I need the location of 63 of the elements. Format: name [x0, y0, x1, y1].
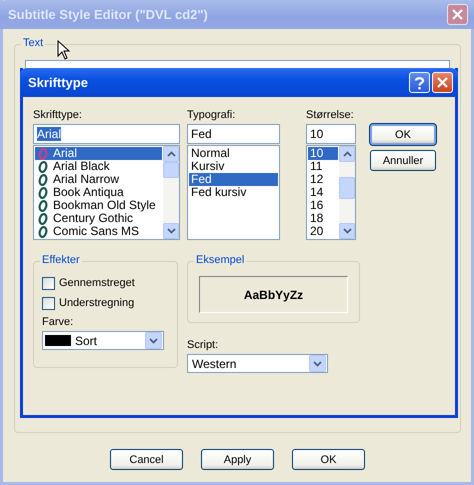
font-list-item[interactable]: Arial Narrow	[35, 173, 162, 186]
checkbox[interactable]	[42, 276, 55, 290]
dialog-button[interactable]: Apply	[201, 449, 274, 470]
style-list-item[interactable]: Kursiv	[189, 160, 278, 173]
group-label: Text	[21, 37, 46, 49]
style-list-item[interactable]: Fed kursiv	[189, 186, 278, 199]
scroll-down-icon	[166, 228, 176, 234]
field-label: Script:	[187, 338, 220, 352]
close-icon	[451, 8, 464, 21]
dialog-title: Skrifttype	[28, 75, 88, 90]
font-list-item[interactable]: Arial Black	[35, 160, 162, 173]
help-icon	[414, 76, 425, 90]
sample-preview: AaBbYyZz	[199, 276, 348, 313]
dialog-button[interactable]: Cancel	[110, 449, 183, 470]
scroll-up-icon	[342, 151, 352, 157]
group-label: Effekter	[40, 254, 82, 266]
font-list-item[interactable]: Bookman Old Style	[35, 199, 162, 212]
script-dropdown[interactable]: Western	[187, 354, 328, 373]
size-list-item[interactable]: 12	[308, 173, 338, 186]
size-list-item[interactable]: 16	[308, 199, 338, 212]
size-list-item[interactable]: 10	[308, 147, 338, 160]
font-type-icon	[37, 148, 49, 160]
checkbox-label: Gennemstreget	[59, 277, 135, 289]
font-type-icon	[37, 186, 49, 198]
font-list-item[interactable]: Arial	[35, 147, 162, 160]
size-list-item[interactable]: 11	[308, 160, 338, 173]
color-dropdown[interactable]: Sort	[42, 331, 164, 350]
size-list-item[interactable]: 20	[308, 225, 338, 238]
size-list-item[interactable]: 18	[308, 212, 338, 225]
field-label: Farve:	[42, 315, 74, 329]
checkbox-label: Understregning	[59, 297, 134, 309]
size-field[interactable]: 10	[306, 124, 356, 144]
scrollbar[interactable]	[163, 146, 179, 239]
font-list-item[interactable]: Comic Sans MS	[35, 225, 162, 238]
dialog-button[interactable]: OK	[292, 449, 365, 470]
scroll-thumb[interactable]	[163, 162, 179, 178]
scroll-down-icon	[342, 228, 352, 234]
dialog-button[interactable]: OK	[370, 124, 436, 145]
style-list-item[interactable]: Fed	[189, 173, 278, 186]
font-list-item[interactable]: Century Gothic	[35, 212, 162, 225]
font-type-icon	[37, 200, 49, 212]
style-list-item[interactable]: Normal	[189, 147, 278, 160]
scroll-up-icon	[166, 151, 176, 157]
close-button[interactable]	[447, 4, 468, 25]
style-field[interactable]: Fed	[187, 124, 280, 144]
field-label: Typografi:	[187, 108, 236, 122]
size-list-item[interactable]: 14	[308, 186, 338, 199]
dialog-button[interactable]: Annuller	[370, 150, 436, 171]
scroll-thumb[interactable]	[339, 177, 355, 199]
group-label: Eksempel	[194, 254, 246, 266]
font-type-icon	[37, 226, 49, 238]
font-type-icon	[37, 174, 49, 186]
scrollbar[interactable]	[339, 146, 355, 239]
font-type-icon	[37, 212, 49, 224]
font-list-item[interactable]: Book Antiqua	[35, 186, 162, 199]
font-type-icon	[37, 160, 49, 172]
field-label: Størrelse:	[306, 108, 355, 122]
close-icon	[436, 76, 449, 89]
field-label: Skrifttype:	[33, 108, 83, 122]
checkbox[interactable]	[42, 296, 55, 310]
font-field[interactable]: Arial	[33, 124, 180, 144]
window-title: Subtitle Style Editor ("DVL cd2")	[8, 7, 208, 22]
help-button[interactable]	[409, 72, 430, 93]
